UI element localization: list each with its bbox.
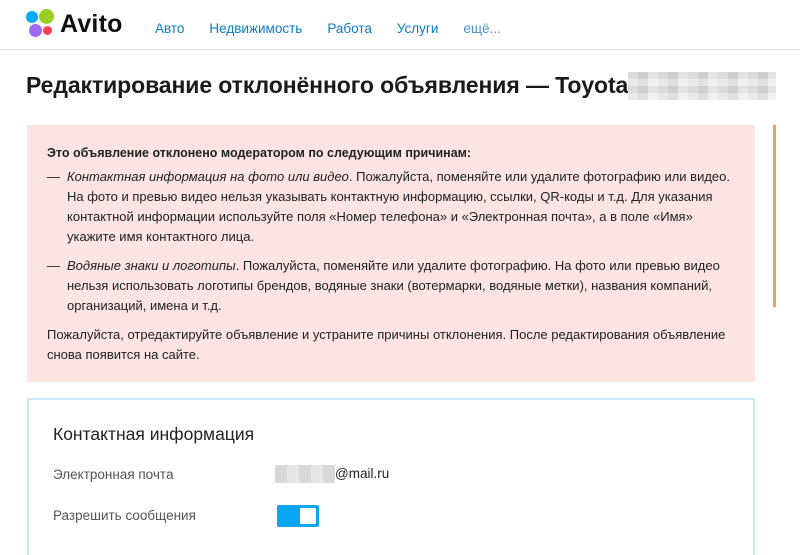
messages-label: Разрешить сообщения <box>53 508 196 523</box>
nav-link-services[interactable]: Услуги <box>397 21 439 36</box>
alert-footer: Пожалуйста, отредактируйте объявление и … <box>47 327 726 362</box>
main-nav: Авто Недвижимость Работа Услуги ещё... <box>155 21 526 36</box>
redacted-email-user <box>275 465 335 483</box>
nav-link-realty[interactable]: Недвижимость <box>209 21 302 36</box>
toggle-knob <box>300 508 316 524</box>
side-panel-clipped <box>796 125 800 285</box>
side-panel-accent <box>773 125 776 307</box>
page-title: Редактирование отклонённого объявления —… <box>26 72 629 98</box>
reason-title: Водяные знаки и логотипы <box>67 258 236 273</box>
allow-messages-toggle[interactable] <box>277 505 319 527</box>
nav-link-jobs[interactable]: Работа <box>327 21 372 36</box>
nav-link-auto[interactable]: Авто <box>155 21 184 36</box>
alert-heading: Это объявление отклонено модератором по … <box>47 146 472 160</box>
logo-dots-icon <box>26 9 56 39</box>
reason-title: Контактная информация на фото или видео <box>67 169 349 184</box>
email-value: @mail.ru <box>335 466 390 481</box>
reason-dash: — <box>47 169 60 184</box>
redacted-title-part <box>628 72 776 100</box>
avito-logo[interactable]: Avito <box>26 8 123 40</box>
rejection-reason: — Водяные знаки и логотипы. Пожалуйста, п… <box>47 256 735 316</box>
reason-dash: — <box>47 258 60 273</box>
contact-info-card: Контактная информация Электронная почта … <box>27 398 755 555</box>
nav-link-more[interactable]: ещё... <box>463 21 500 36</box>
site-header: Avito Авто Недвижимость Работа Услуги ещ… <box>0 0 800 50</box>
logo-text: Avito <box>60 9 123 38</box>
rejection-alert: Это объявление отклонено модератором по … <box>27 125 755 382</box>
rejection-reason: — Контактная информация на фото или видео… <box>47 167 735 247</box>
email-label: Электронная почта <box>53 467 174 482</box>
contact-card-title: Контактная информация <box>53 424 255 444</box>
